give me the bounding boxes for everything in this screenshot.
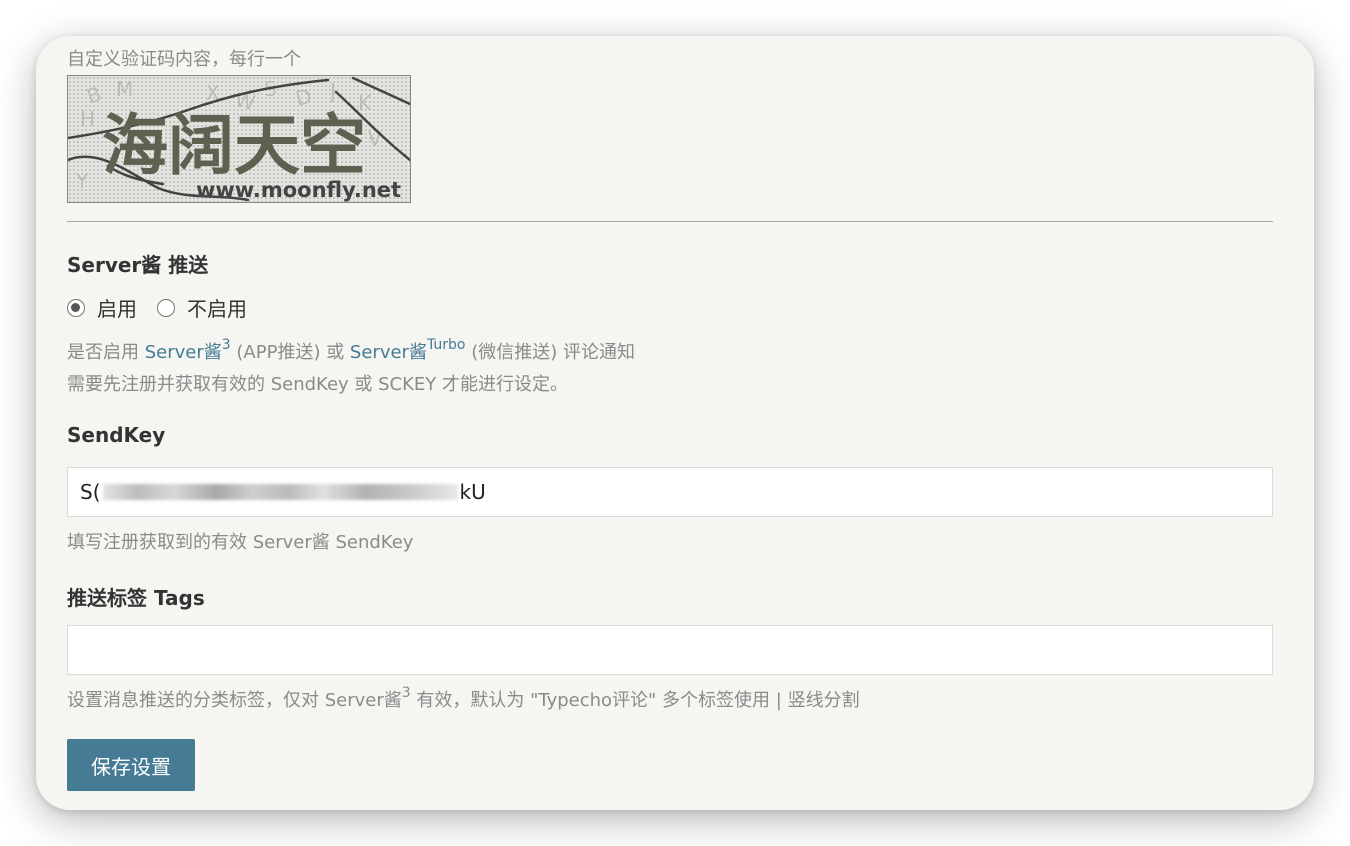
radio-enable-label: 启用	[97, 297, 137, 321]
radio-enable[interactable]: 启用	[67, 293, 137, 322]
save-settings-button[interactable]: 保存设置	[67, 739, 195, 791]
sendkey-input[interactable]: S( kU	[67, 467, 1273, 517]
tags-description: 设置消息推送的分类标签，仅对 Server酱3 有效，默认为 "Typecho评…	[67, 685, 860, 717]
desc-prefix: 是否启用	[67, 342, 145, 363]
settings-card: 自定义验证码内容，每行一个 B M H X W S D J K V Y 海阔天空…	[36, 36, 1314, 810]
radio-disable-label: 不启用	[187, 297, 247, 321]
serverchan3-link[interactable]: Server酱3	[144, 338, 231, 363]
svg-text:H: H	[80, 107, 95, 131]
serverchan-turbo-sup: Turbo	[426, 337, 466, 353]
svg-text:Y: Y	[75, 169, 89, 193]
tags-input[interactable]	[67, 625, 1273, 675]
captcha-image: B M H X W S D J K V Y 海阔天空 www.moonfly.n…	[67, 75, 411, 203]
sendkey-redacted-blur	[102, 484, 458, 500]
serverchan3-link-text: Server酱	[144, 342, 222, 363]
svg-text:M: M	[116, 77, 133, 101]
captcha-watermark: www.moonfly.net	[196, 178, 401, 202]
svg-text:B: B	[84, 81, 105, 108]
desc-suffix: (微信推送) 评论通知	[465, 342, 635, 363]
tags-label: 推送标签 Tags	[67, 586, 205, 610]
serverchan-push-label: Server酱 推送	[67, 253, 209, 277]
serverchan-turbo-link-text: Server酱	[349, 342, 427, 363]
radio-disable[interactable]: 不启用	[157, 293, 247, 322]
radio-enable-circle[interactable]	[67, 298, 85, 317]
sendkey-value-suffix: kU	[459, 480, 486, 504]
tags-desc-sup: 3	[401, 685, 411, 701]
sendkey-label: SendKey	[67, 423, 166, 447]
desc-line2: 需要先注册并获取有效的 SendKey 或 SCKEY 才能进行设定。	[67, 374, 569, 395]
serverchan-turbo-link[interactable]: Server酱Turbo	[349, 338, 466, 363]
serverchan-radio-group: 启用 不启用	[67, 293, 267, 322]
captcha-chinese-text: 海阔天空	[102, 106, 366, 184]
captcha-description: 自定义验证码内容，每行一个	[67, 49, 301, 70]
serverchan3-sup: 3	[221, 337, 231, 353]
serverchan-description: 是否启用 Server酱3 (APP推送) 或 Server酱Turbo (微信…	[67, 337, 635, 401]
tags-desc-prefix: 设置消息推送的分类标签，仅对 Server酱	[67, 690, 402, 711]
tags-desc-suffix: 有效，默认为 "Typecho评论" 多个标签使用 | 竖线分割	[410, 690, 860, 711]
sendkey-description: 填写注册获取到的有效 Server酱 SendKey	[67, 532, 414, 553]
desc-middle: (APP推送) 或	[230, 342, 350, 363]
svg-text:J: J	[328, 79, 336, 103]
sendkey-value-prefix: S(	[80, 480, 101, 504]
radio-disable-circle[interactable]	[157, 298, 175, 317]
section-divider	[67, 221, 1273, 222]
